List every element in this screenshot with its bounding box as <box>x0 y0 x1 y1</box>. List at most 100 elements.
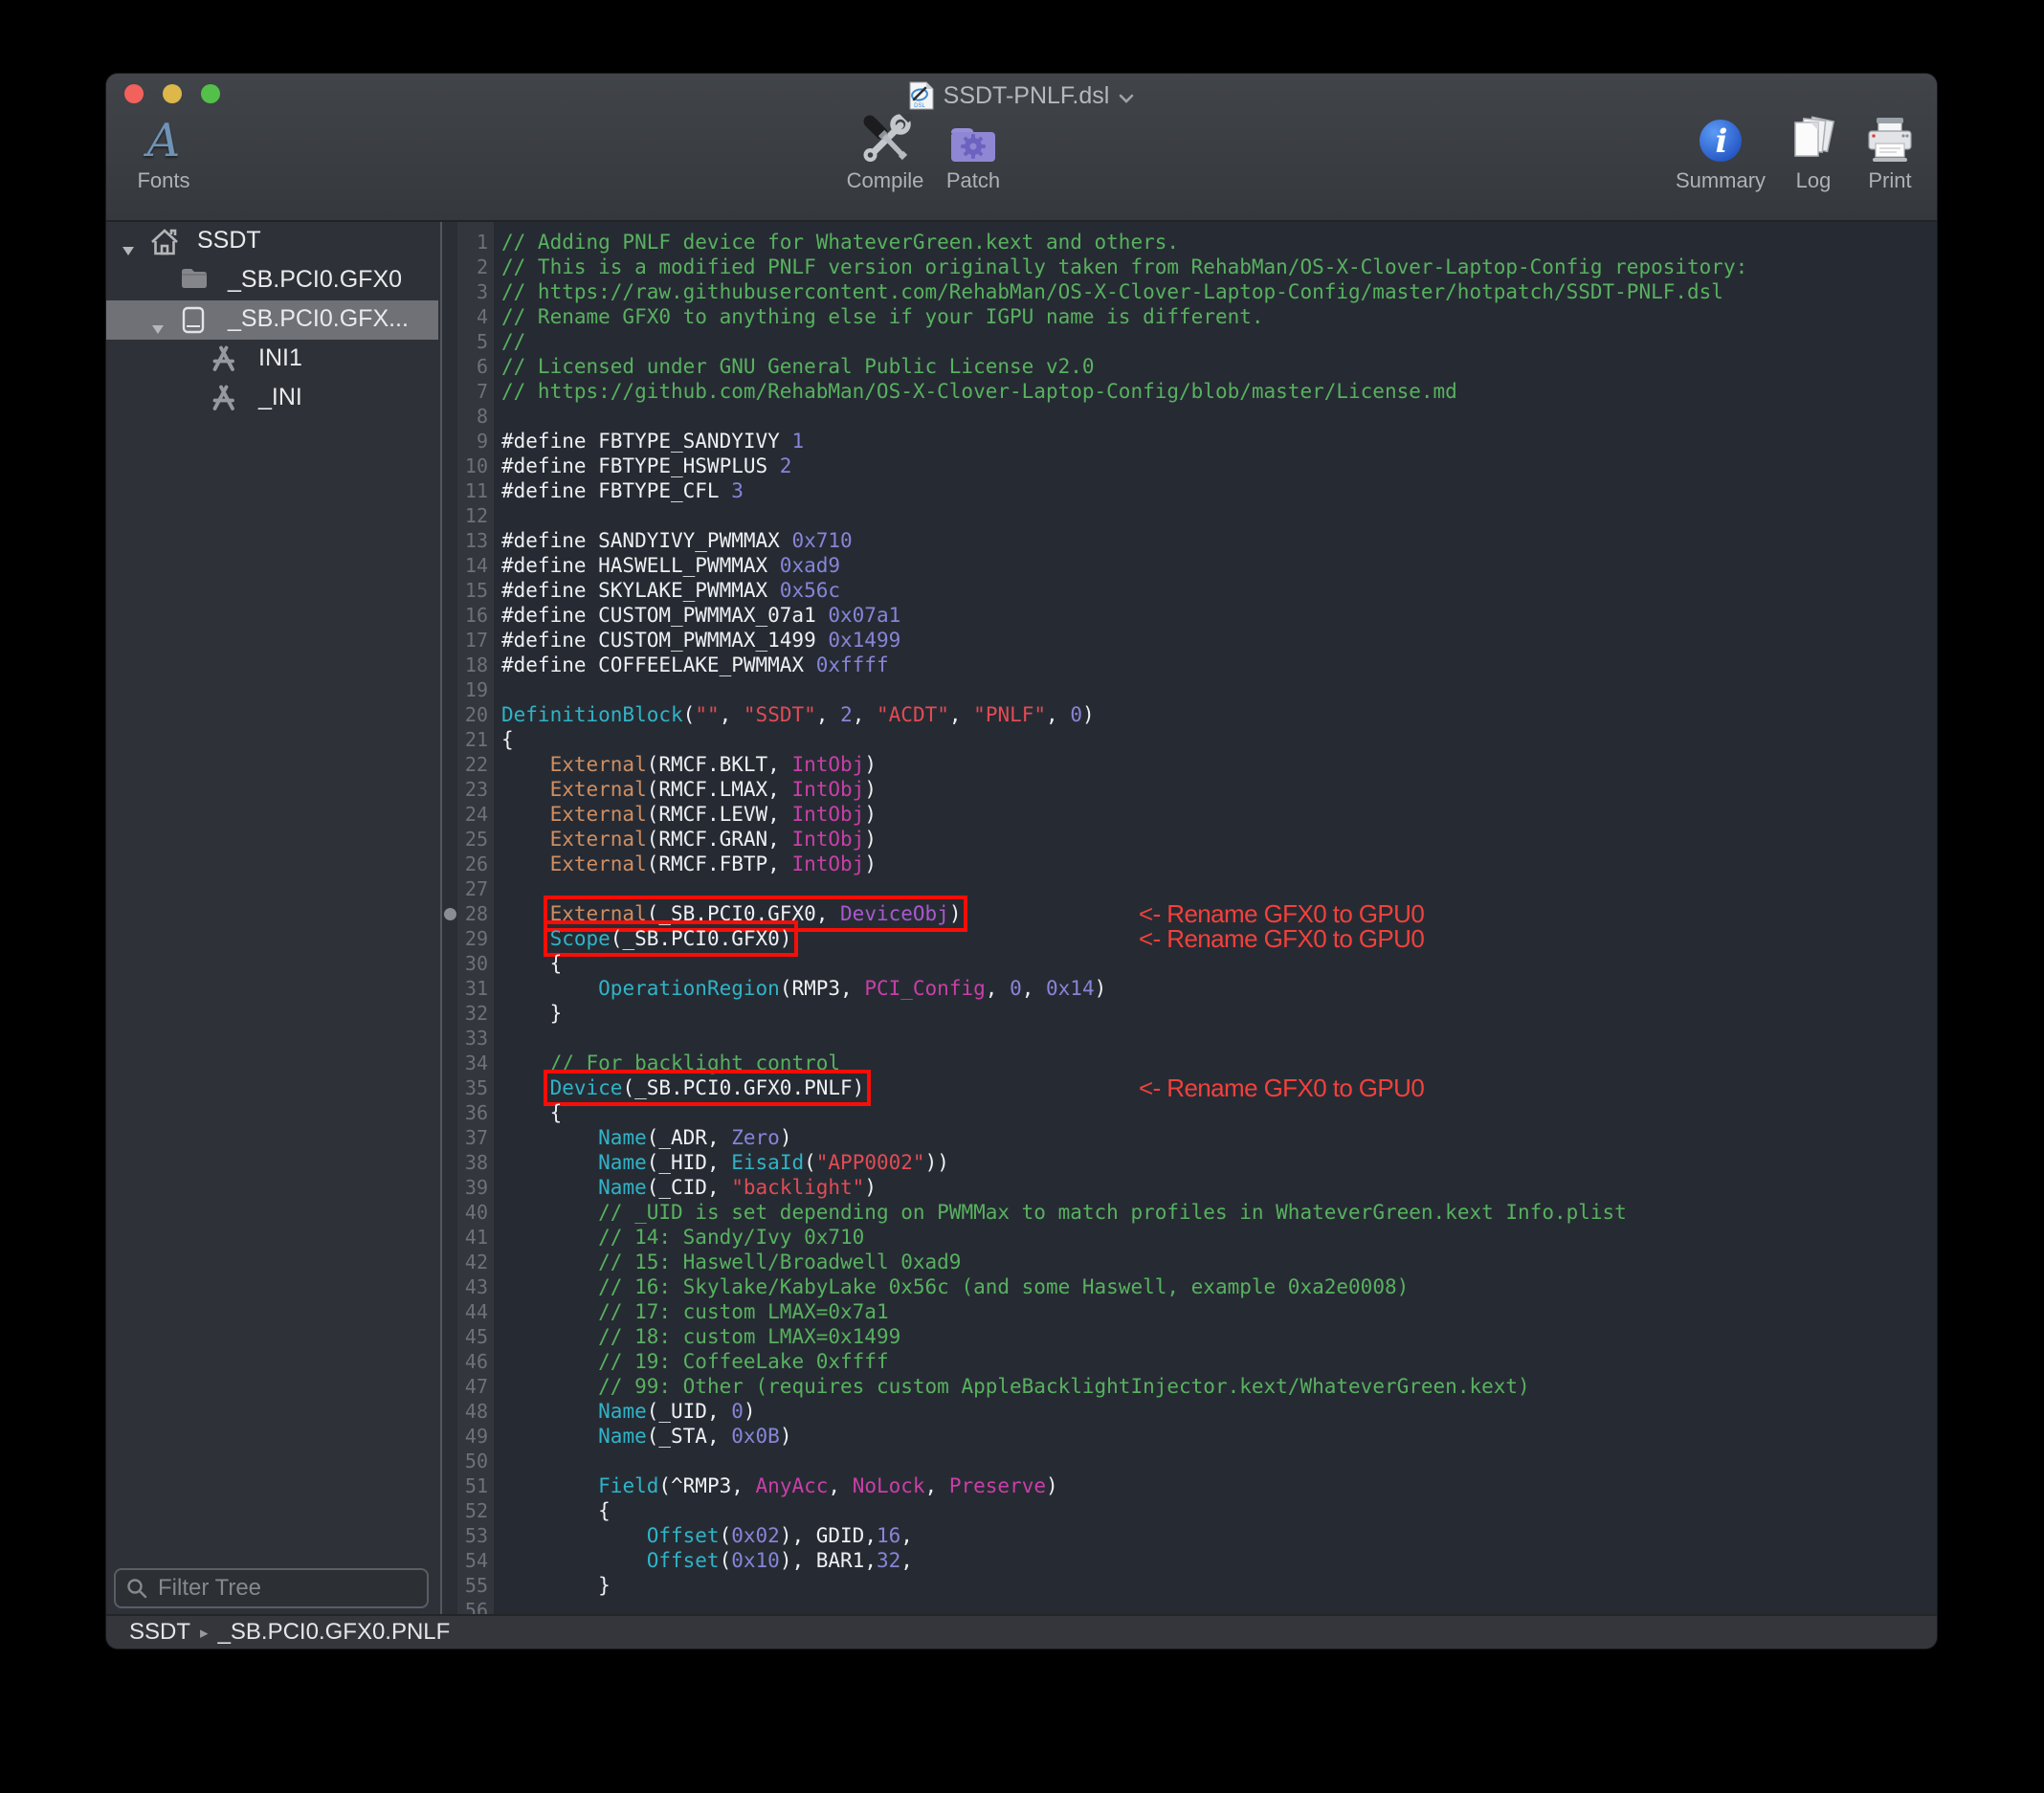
code-text[interactable] <box>494 1598 1937 1614</box>
code-text[interactable]: #define FBTYPE_SANDYIVY 1 <box>494 429 1937 454</box>
compile-button[interactable]: Compile <box>833 112 938 193</box>
code-text[interactable]: // Licensed under GNU General Public Lic… <box>494 354 1937 379</box>
title-menu-chevron-icon[interactable] <box>1119 94 1134 103</box>
code-text[interactable]: { <box>494 951 1937 976</box>
code-text[interactable]: { <box>494 727 1937 752</box>
code-text[interactable]: { <box>494 1100 1937 1125</box>
code-text[interactable]: // 18: custom LMAX=0x1499 <box>494 1324 1937 1349</box>
print-button[interactable]: Print <box>1842 112 1937 193</box>
marker-gutter <box>442 478 457 503</box>
code-text[interactable]: } <box>494 1573 1937 1598</box>
line-number: 4 <box>457 304 494 329</box>
marker-gutter <box>442 603 457 628</box>
log-button[interactable]: Log <box>1775 112 1852 193</box>
code-text[interactable]: { <box>494 1498 1937 1523</box>
rename-highlight-box: Scope(_SB.PCI0.GFX0) <box>550 927 792 950</box>
code-text[interactable]: Device(_SB.PCI0.GFX0.PNLF)<- Rename GFX0… <box>494 1075 1937 1100</box>
code-text[interactable] <box>494 677 1937 702</box>
code-text[interactable]: Scope(_SB.PCI0.GFX0)<- Rename GFX0 to GP… <box>494 926 1937 951</box>
code-line: 4// Rename GFX0 to anything else if your… <box>442 304 1937 329</box>
code-text[interactable]: // 16: Skylake/KabyLake 0x56c (and some … <box>494 1274 1937 1299</box>
code-text[interactable]: #define HASWELL_PWMMAX 0xad9 <box>494 553 1937 578</box>
code-text[interactable]: // 99: Other (requires custom AppleBackl… <box>494 1374 1937 1399</box>
code-text[interactable]: #define FBTYPE_HSWPLUS 2 <box>494 454 1937 478</box>
code-line: 35 Device(_SB.PCI0.GFX0.PNLF)<- Rename G… <box>442 1075 1937 1100</box>
disclosure-triangle-icon[interactable] <box>151 314 165 342</box>
rename-highlight-box: Device(_SB.PCI0.GFX0.PNLF) <box>550 1076 865 1099</box>
code-text[interactable]: // 14: Sandy/Ivy 0x710 <box>494 1225 1937 1250</box>
code-text[interactable]: Name(_STA, 0x0B) <box>494 1424 1937 1449</box>
code-text[interactable]: External(RMCF.LMAX, IntObj) <box>494 777 1937 802</box>
marker-gutter <box>442 1324 457 1349</box>
window-header: DSL SSDT-PNLF.dsl A Fonts <box>106 74 1937 222</box>
tree-item--sb-pci0-gfx0[interactable]: _SB.PCI0.GFX0 <box>106 261 438 300</box>
filter-tree-field[interactable] <box>114 1568 429 1608</box>
line-number: 48 <box>457 1399 494 1424</box>
filter-tree-input[interactable] <box>156 1574 417 1603</box>
code-text[interactable]: External(RMCF.BKLT, IntObj) <box>494 752 1937 777</box>
code-text[interactable] <box>494 1026 1937 1051</box>
code-line: 8 <box>442 404 1937 429</box>
code-text[interactable]: #define CUSTOM_PWMMAX_1499 0x1499 <box>494 628 1937 653</box>
code-text[interactable]: // https://github.com/RehabMan/OS-X-Clov… <box>494 379 1937 404</box>
code-text[interactable] <box>494 1449 1937 1473</box>
code-text[interactable] <box>494 404 1937 429</box>
code-text[interactable]: // 17: custom LMAX=0x7a1 <box>494 1299 1937 1324</box>
code-text[interactable]: // <box>494 329 1937 354</box>
marker-gutter <box>442 329 457 354</box>
code-text[interactable]: Name(_HID, EisaId("APP0002")) <box>494 1150 1937 1175</box>
code-line: 25 External(RMCF.GRAN, IntObj) <box>442 827 1937 852</box>
fonts-button[interactable]: A Fonts <box>114 112 213 193</box>
code-text[interactable]: // 15: Haswell/Broadwell 0xad9 <box>494 1250 1937 1274</box>
line-number: 20 <box>457 702 494 727</box>
code-text[interactable] <box>494 503 1937 528</box>
code-text[interactable]: #define SANDYIVY_PWMMAX 0x710 <box>494 528 1937 553</box>
tree-item--ini[interactable]: _INI <box>106 379 438 418</box>
code-text[interactable]: // _UID is set depending on PWMMax to ma… <box>494 1200 1937 1225</box>
code-text[interactable]: DefinitionBlock("", "SSDT", 2, "ACDT", "… <box>494 702 1937 727</box>
code-text[interactable]: External(_SB.PCI0.GFX0, DeviceObj)<- Ren… <box>494 901 1937 926</box>
marker-gutter <box>442 1225 457 1250</box>
code-text[interactable]: Name(_UID, 0) <box>494 1399 1937 1424</box>
line-number: 46 <box>457 1349 494 1374</box>
marker-gutter <box>442 354 457 379</box>
code-text[interactable]: #define FBTYPE_CFL 3 <box>494 478 1937 503</box>
code-line: 2// This is a modified PNLF version orig… <box>442 255 1937 279</box>
tree-item-ini1[interactable]: INI1 <box>106 340 438 379</box>
code-editor[interactable]: 1// Adding PNLF device for WhateverGreen… <box>440 222 1937 1614</box>
code-text[interactable]: // This is a modified PNLF version origi… <box>494 255 1937 279</box>
patch-button[interactable]: Patch <box>925 112 1021 193</box>
summary-button[interactable]: i Summary <box>1663 112 1778 193</box>
marker-gutter <box>442 1473 457 1498</box>
code-text[interactable]: // For backlight control <box>494 1051 1937 1075</box>
code-text[interactable]: External(RMCF.GRAN, IntObj) <box>494 827 1937 852</box>
code-text[interactable]: Name(_ADR, Zero) <box>494 1125 1937 1150</box>
code-text[interactable]: External(RMCF.LEVW, IntObj) <box>494 802 1937 827</box>
code-text[interactable]: } <box>494 1001 1937 1026</box>
code-text[interactable]: #define SKYLAKE_PWMMAX 0x56c <box>494 578 1937 603</box>
code-text[interactable]: // https://raw.githubusercontent.com/Reh… <box>494 279 1937 304</box>
code-text[interactable]: Field(^RMP3, AnyAcc, NoLock, Preserve) <box>494 1473 1937 1498</box>
code-text[interactable]: Offset(0x10), BAR1,32, <box>494 1548 1937 1573</box>
code-text[interactable]: // Rename GFX0 to anything else if your … <box>494 304 1937 329</box>
search-icon <box>125 1577 148 1600</box>
disclosure-triangle-icon[interactable] <box>122 235 135 263</box>
code-text[interactable]: // Adding PNLF device for WhateverGreen.… <box>494 230 1937 255</box>
code-text[interactable]: Name(_CID, "backlight") <box>494 1175 1937 1200</box>
code-text[interactable]: Offset(0x02), GDID,16, <box>494 1523 1937 1548</box>
code-text[interactable]: #define CUSTOM_PWMMAX_07a1 0x07a1 <box>494 603 1937 628</box>
code-text[interactable]: OperationRegion(RMP3, PCI_Config, 0, 0x1… <box>494 976 1937 1001</box>
code-line: 21{ <box>442 727 1937 752</box>
code-line: 3// https://raw.githubusercontent.com/Re… <box>442 279 1937 304</box>
tree-item-ssdt[interactable]: SSDT <box>106 222 438 261</box>
summary-info-icon: i <box>1696 112 1745 166</box>
code-line: 38 Name(_HID, EisaId("APP0002")) <box>442 1150 1937 1175</box>
code-text[interactable]: // 19: CoffeeLake 0xffff <box>494 1349 1937 1374</box>
folder-icon <box>180 267 209 297</box>
code-text[interactable]: #define COFFEELAKE_PWMMAX 0xffff <box>494 653 1937 677</box>
code-text[interactable] <box>494 876 1937 901</box>
tree-item--sb-pci0-gfx-[interactable]: _SB.PCI0.GFX... <box>106 300 438 340</box>
code-text[interactable]: External(RMCF.FBTP, IntObj) <box>494 852 1937 876</box>
line-number: 23 <box>457 777 494 802</box>
line-number: 14 <box>457 553 494 578</box>
